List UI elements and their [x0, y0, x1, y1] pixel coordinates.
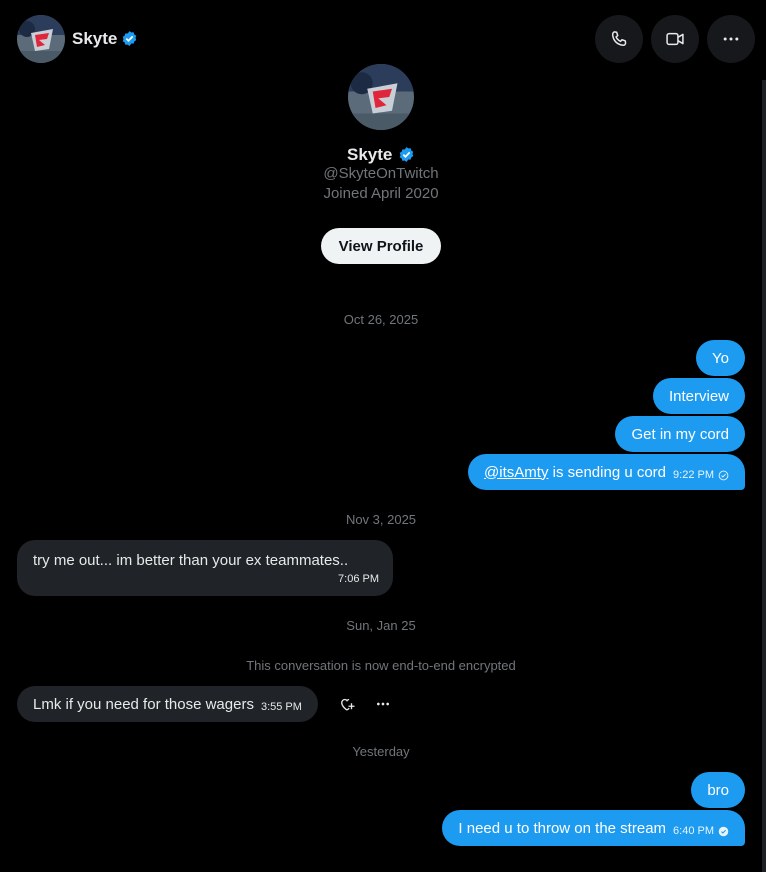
profile-joined-date: Joined April 2020	[323, 185, 439, 202]
profile-name: Skyte	[347, 145, 393, 164]
message-timestamp: 9:22 PM	[673, 469, 714, 481]
message-text: Yo	[712, 349, 729, 367]
voice-call-button[interactable]	[595, 15, 643, 63]
date-separator: Oct 26, 2025	[343, 312, 419, 327]
scrollbar[interactable]	[762, 80, 766, 872]
date-separator: Sun, Jan 25	[346, 618, 416, 633]
message-text: Interview	[668, 387, 729, 405]
message-text: Lmk if you need for those wagers	[33, 695, 254, 713]
sent-message[interactable]: I need u to throw on the stream 6:40 PM	[442, 810, 745, 846]
profile-avatar[interactable]	[348, 64, 414, 130]
verified-badge-icon	[121, 30, 138, 52]
video-call-button[interactable]	[651, 15, 699, 63]
message-text: bro	[707, 781, 729, 799]
message-text: I need u to throw on the stream	[458, 819, 667, 837]
sent-check-icon	[718, 470, 729, 480]
sent-message[interactable]: Yo	[696, 340, 745, 376]
more-options-button[interactable]	[707, 15, 755, 63]
sent-message[interactable]: Interview	[652, 378, 745, 414]
received-message[interactable]: Lmk if you need for those wagers 3:55 PM	[17, 686, 318, 722]
ellipsis-icon	[723, 37, 739, 41]
date-separator: Nov 3, 2025	[345, 512, 417, 527]
message-text: Get in my cord	[631, 425, 729, 443]
view-profile-button[interactable]: View Profile	[321, 228, 441, 264]
message-timestamp: 6:40 PM	[673, 825, 714, 837]
read-check-icon	[718, 826, 729, 836]
sent-message[interactable]: Get in my cord	[615, 416, 745, 452]
encryption-notice: This conversation is now end-to-end encr…	[246, 658, 516, 673]
phone-icon	[611, 31, 627, 47]
sent-message[interactable]: @itsAmty is sending u cord 9:22 PM	[468, 454, 745, 490]
date-separator: Yesterday	[352, 744, 410, 759]
video-camera-icon	[666, 32, 684, 46]
profile-handle: @SkyteOnTwitch	[323, 165, 439, 182]
received-message[interactable]: try me out... im better than your ex tea…	[17, 540, 393, 596]
header-avatar[interactable]	[17, 15, 65, 63]
message-timestamp: 3:55 PM	[260, 701, 302, 713]
message-more-button[interactable]	[371, 692, 395, 716]
heart-plus-icon	[341, 698, 355, 711]
header-name[interactable]: Skyte	[72, 29, 117, 49]
message-timestamp: 7:06 PM	[338, 572, 379, 585]
ellipsis-icon	[377, 702, 389, 706]
add-reaction-button[interactable]	[335, 692, 359, 716]
message-text: is sending u cord	[548, 463, 667, 481]
mention-link[interactable]: @itsAmty	[484, 464, 548, 481]
sent-message[interactable]: bro	[691, 772, 745, 808]
message-text: try me out... im better than your ex tea…	[33, 551, 349, 569]
